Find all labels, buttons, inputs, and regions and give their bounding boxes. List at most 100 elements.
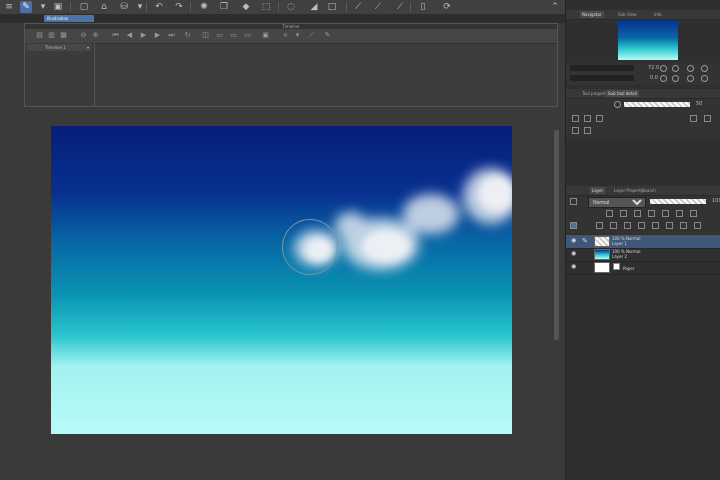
timeline-select[interactable]: Timeline 1 ▾ — [27, 44, 91, 51]
rotate-left-icon[interactable] — [660, 75, 667, 82]
clip-studio-icon[interactable]: ✎ — [20, 1, 32, 13]
onion-skin-icon[interactable]: ◫ — [201, 31, 210, 40]
layer-color-icon[interactable] — [676, 210, 683, 217]
copy-icon[interactable]: ❐ — [218, 1, 230, 13]
layer-property-icon[interactable] — [570, 198, 577, 205]
tab-search[interactable]: Search — [640, 187, 658, 194]
separator — [278, 2, 279, 12]
zoom-in-icon[interactable] — [672, 65, 679, 72]
camera-icon[interactable]: ▣ — [261, 31, 270, 40]
tool-option-icon[interactable] — [572, 127, 579, 134]
layer-opacity-slider[interactable] — [650, 199, 706, 204]
tab-sub-view[interactable]: Sub View — [616, 11, 638, 18]
pen-icon[interactable]: ✎ — [323, 31, 332, 40]
new-vector-layer-icon[interactable] — [610, 222, 617, 229]
undo-icon[interactable]: ↶ — [153, 1, 165, 13]
tab-navigator[interactable]: Navigator — [580, 11, 604, 18]
cel-order-icon[interactable]: ▭ — [243, 31, 252, 40]
mask-icon[interactable] — [662, 210, 669, 217]
transfer-down-icon[interactable] — [638, 222, 645, 229]
save-icon[interactable]: ⛁ — [118, 1, 130, 13]
layer-list-view-icon[interactable] — [570, 222, 577, 229]
loop-icon[interactable]: ↻ — [183, 31, 192, 40]
fit-view-icon[interactable] — [687, 65, 694, 72]
menu-icon[interactable]: ≡ — [3, 1, 15, 13]
play-icon[interactable]: ▶ — [139, 31, 148, 40]
zoom-slider[interactable] — [570, 65, 634, 71]
chevron-down-icon[interactable]: ▾ — [134, 1, 146, 13]
canvas-artwork[interactable] — [51, 126, 512, 434]
tool-option-icon[interactable] — [584, 115, 591, 122]
navigator-preview[interactable] — [618, 20, 678, 60]
new-file-icon[interactable]: ▢ — [78, 1, 90, 13]
clip-lower-layer-icon[interactable] — [606, 210, 613, 217]
new-timeline-icon[interactable]: ▤ — [35, 31, 44, 40]
eye-icon[interactable]: ◉ — [571, 238, 578, 244]
folder-icon[interactable] — [690, 115, 697, 122]
gradient-icon[interactable]: ◢ — [308, 1, 320, 13]
new-cel-icon[interactable]: ▭ — [215, 31, 224, 40]
layer-row[interactable]: ◉ ✎ 100 % Normal Layer 1 — [566, 235, 720, 249]
layer-color-toggle-icon[interactable] — [690, 210, 697, 217]
lock-transparency-icon[interactable] — [648, 210, 655, 217]
reference-layer-icon[interactable] — [620, 210, 627, 217]
new-folder-icon[interactable] — [624, 222, 631, 229]
keyframe-edit-icon[interactable]: ⟋ — [307, 31, 316, 40]
layer-mask-icon[interactable] — [666, 222, 673, 229]
redo-icon[interactable]: ↷ — [173, 1, 185, 13]
eye-icon[interactable]: ◉ — [571, 251, 578, 257]
tool-option-icon[interactable] — [572, 115, 579, 122]
last-frame-icon[interactable]: ⏭ — [167, 31, 176, 40]
tab-sub-tool-detail[interactable]: Sub tool detail — [606, 90, 639, 97]
rotation-slider[interactable] — [570, 75, 634, 81]
chevron-up-icon[interactable]: ⌃ — [549, 1, 561, 13]
tool-option-icon[interactable] — [596, 115, 603, 122]
assets-icon[interactable]: ▣ — [52, 1, 64, 13]
frame-rate-icon[interactable]: ▦ — [59, 31, 68, 40]
layer-row[interactable]: ◉ Paper — [566, 261, 720, 275]
combine-layer-icon[interactable] — [652, 222, 659, 229]
zoom-in-icon[interactable]: ⊕ — [91, 31, 100, 40]
clear-selection-icon[interactable]: □ — [326, 1, 338, 13]
layer-row[interactable]: ◉ 100 % Normal Layer 2 — [566, 248, 720, 262]
canvas-tab[interactable]: Illustration — [44, 15, 94, 22]
pen-ruler-icon[interactable]: ⟋ — [372, 1, 384, 13]
actual-size-icon[interactable] — [701, 65, 708, 72]
flip-horizontal-icon[interactable] — [701, 75, 708, 82]
previous-frame-icon[interactable]: ◀ — [125, 31, 134, 40]
rotate-right-icon[interactable] — [672, 75, 679, 82]
save-preset-icon[interactable] — [704, 115, 711, 122]
tab-info[interactable]: Info — [652, 11, 664, 18]
tab-layer[interactable]: Layer — [590, 187, 606, 194]
new-raster-layer-icon[interactable] — [596, 222, 603, 229]
brush-tip-icon[interactable] — [614, 101, 621, 108]
opacity-slider[interactable] — [624, 102, 690, 107]
edit-timeline-icon[interactable]: ▥ — [47, 31, 56, 40]
settings-gear-icon[interactable]: ✺ — [198, 1, 210, 13]
specify-cel-icon[interactable]: ▭ — [229, 31, 238, 40]
tool-option-icon[interactable] — [584, 127, 591, 134]
chevron-down-icon[interactable]: ▾ — [37, 1, 49, 13]
next-frame-icon[interactable]: ▶ — [153, 31, 162, 40]
keyframe-icon[interactable]: ⟡ — [281, 31, 290, 40]
smartphone-sync-icon[interactable]: ⟳ — [441, 1, 453, 13]
reset-rotation-icon[interactable] — [687, 75, 694, 82]
tablet-icon[interactable]: ▯ — [417, 1, 429, 13]
delete-layer-icon[interactable] — [694, 222, 701, 229]
eye-icon[interactable]: ◉ — [571, 264, 578, 270]
lock-layer-icon[interactable] — [634, 210, 641, 217]
open-folder-icon[interactable]: ⌂ — [98, 1, 110, 13]
selection-icon[interactable]: ◌ — [285, 1, 297, 13]
fill-bucket-icon[interactable]: ◆ — [240, 1, 252, 13]
blend-mode-select[interactable]: Normal — [588, 197, 646, 208]
snap-icon[interactable]: ⟋ — [394, 1, 406, 13]
chevron-down-icon: ▾ — [86, 45, 89, 50]
apply-mask-icon[interactable] — [680, 222, 687, 229]
canvas-vertical-scrollbar[interactable] — [554, 130, 559, 340]
first-frame-icon[interactable]: ⏮ — [111, 31, 120, 40]
zoom-out-icon[interactable] — [660, 65, 667, 72]
ruler-icon[interactable]: ⟋ — [352, 1, 364, 13]
transform-icon[interactable]: ⬚ — [260, 1, 272, 13]
chevron-down-icon[interactable]: ▾ — [293, 31, 302, 40]
zoom-out-icon[interactable]: ⊖ — [79, 31, 88, 40]
